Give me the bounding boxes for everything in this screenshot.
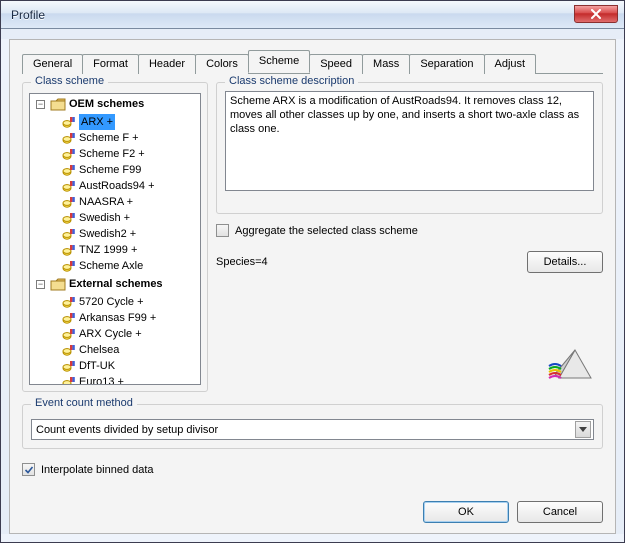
tab-strip: GeneralFormatHeaderColorsSchemeSpeedMass… [22,50,603,74]
scheme-icon [62,244,76,257]
details-button[interactable]: Details... [527,251,603,273]
close-button[interactable] [574,5,618,23]
tree-item[interactable]: ARX + [34,114,200,130]
tree-item[interactable]: Scheme F99 [34,162,200,178]
tab-scheme[interactable]: Scheme [248,50,310,73]
tab-general[interactable]: General [22,54,83,74]
tree-folder[interactable]: − External schemes [32,276,200,292]
tree-item-label: NAASRA + [79,194,133,210]
scheme-icon [62,116,76,129]
ok-button[interactable]: OK [423,501,509,523]
scheme-icon [62,344,76,357]
tree-folder-label: OEM schemes [69,96,144,112]
tab-speed[interactable]: Speed [309,54,363,74]
aggregate-checkbox[interactable] [216,224,229,237]
tree-item-label: TNZ 1999 + [79,242,137,258]
tree-folder-label: External schemes [69,276,163,292]
scheme-icon [62,132,76,145]
description-group: Class scheme description Scheme ARX is a… [216,82,603,214]
species-label: Species=4 [216,256,268,268]
event-count-dropdown[interactable]: Count events divided by setup divisor [31,419,594,440]
window-title: Profile [11,8,45,22]
scheme-icon [62,296,76,309]
interpolate-label: Interpolate binned data [41,464,154,476]
description-legend: Class scheme description [225,75,358,87]
description-text[interactable]: Scheme ARX is a modification of AustRoad… [225,91,594,191]
check-icon [24,465,34,475]
tree-item[interactable]: Scheme Axle [34,258,200,274]
tree-item[interactable]: Arkansas F99 + [34,310,200,326]
tab-colors[interactable]: Colors [195,54,249,74]
dialog-footer: OK Cancel [423,501,603,523]
close-icon [590,9,602,19]
event-count-value: Count events divided by setup divisor [36,424,218,436]
scheme-icon [62,196,76,209]
tree-item-label: Scheme Axle [79,258,143,274]
tree-item[interactable]: Swedish + [34,210,200,226]
event-count-group: Event count method Count events divided … [22,404,603,449]
tab-separation[interactable]: Separation [409,54,484,74]
tab-format[interactable]: Format [82,54,139,74]
folder-icon [50,98,66,111]
class-scheme-group: Class scheme −OEM schemesARX +Scheme F +… [22,82,208,392]
tree-item-label: Scheme F2 + [79,146,145,162]
scheme-icon [62,312,76,325]
scheme-icon [62,260,76,273]
tab-header[interactable]: Header [138,54,196,74]
tree-item[interactable]: AustRoads94 + [34,178,200,194]
scheme-icon [62,148,76,161]
chevron-down-icon [579,427,587,432]
scheme-icon [62,180,76,193]
collapse-icon[interactable]: − [36,100,45,109]
class-scheme-legend: Class scheme [31,75,108,87]
tree-item[interactable]: ARX Cycle + [34,326,200,342]
scheme-icon [62,328,76,341]
scheme-detail-pane: Class scheme description Scheme ARX is a… [216,82,603,392]
tree-item-label: ARX Cycle + [79,326,142,342]
tab-adjust[interactable]: Adjust [484,54,537,74]
tree-item[interactable]: NAASRA + [34,194,200,210]
folder-icon [50,278,66,291]
interpolate-checkbox[interactable] [22,463,35,476]
event-count-legend: Event count method [31,397,137,409]
scheme-icon [62,376,76,385]
scheme-icon [62,360,76,373]
tree-item-label: 5720 Cycle + [79,294,144,310]
cancel-button[interactable]: Cancel [517,501,603,523]
scheme-tree[interactable]: −OEM schemesARX +Scheme F +Scheme F2 +Sc… [29,93,201,385]
tree-item[interactable]: Swedish2 + [34,226,200,242]
tree-item-label: AustRoads94 + [79,178,155,194]
scheme-icon [62,228,76,241]
tree-item-label: Scheme F + [79,130,139,146]
tree-folder[interactable]: − OEM schemes [32,96,200,112]
tree-item-label: ARX + [79,114,115,130]
tree-item-label: Scheme F99 [79,162,141,178]
tree-item[interactable]: TNZ 1999 + [34,242,200,258]
dropdown-button[interactable] [575,421,591,438]
profile-dialog: Profile GeneralFormatHeaderColorsSchemeS… [0,0,625,543]
aggregate-label: Aggregate the selected class scheme [235,225,418,237]
collapse-icon[interactable]: − [36,280,45,289]
dialog-body: GeneralFormatHeaderColorsSchemeSpeedMass… [9,39,616,534]
scheme-icon [62,212,76,225]
tree-item-label: Swedish2 + [79,226,136,242]
content-frame: GeneralFormatHeaderColorsSchemeSpeedMass… [1,29,624,542]
tree-item[interactable]: Chelsea [34,342,200,358]
tree-item[interactable]: 5720 Cycle + [34,294,200,310]
prism-icon [545,344,595,386]
tree-item[interactable]: Euro13 + [34,374,200,384]
titlebar[interactable]: Profile [1,1,624,29]
tree-item-label: Swedish + [79,210,130,226]
tree-item-label: Chelsea [79,342,119,358]
tree-item-label: Euro13 + [79,374,124,384]
tree-item-label: DfT-UK [79,358,115,374]
tree-item-label: Arkansas F99 + [79,310,156,326]
scheme-icon [62,164,76,177]
tab-mass[interactable]: Mass [362,54,410,74]
tree-item[interactable]: Scheme F + [34,130,200,146]
tree-item[interactable]: Scheme F2 + [34,146,200,162]
tree-item[interactable]: DfT-UK [34,358,200,374]
